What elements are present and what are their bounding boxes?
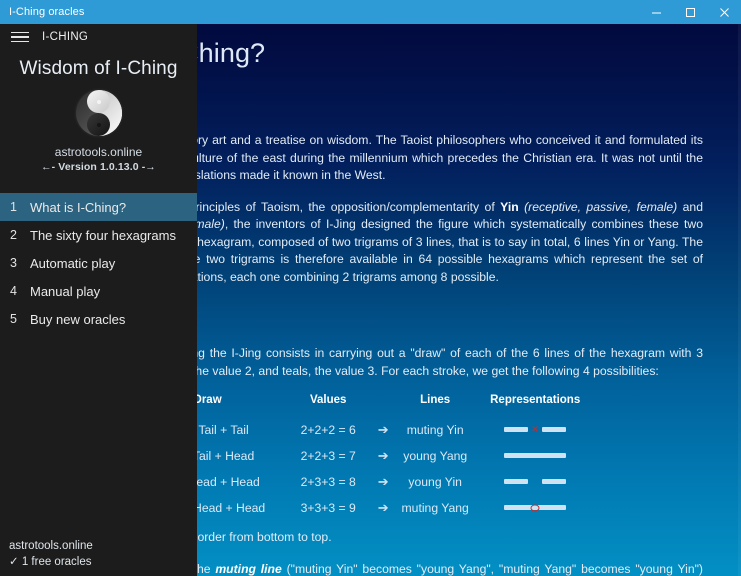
sidebar-header-label: I-CHING	[42, 31, 89, 43]
line-segment-right	[542, 427, 567, 432]
p2-yin: Yin	[500, 199, 519, 214]
brand-title: Wisdom of I-Ching	[19, 58, 178, 79]
column-header-representations: Representations	[490, 394, 581, 406]
table-row: Tail + Tail + Head 2+2+3 = 7 ➔ young Yang	[150, 443, 583, 469]
sidebar-item-label: Buy new oracles	[30, 311, 126, 327]
table-header-row: Draw Values Lines Representations	[150, 394, 583, 417]
cell-representation	[487, 495, 583, 521]
hexagram-line-solid	[504, 451, 567, 460]
column-header-arrow	[365, 394, 401, 417]
sidebar-item-number: 3	[10, 256, 17, 270]
sidebar-item-label: What is I-Ching?	[30, 199, 127, 215]
table-body: Tail + Tail + Tail 2+2+2 = 6 ➔ muting Yin × T…	[150, 417, 583, 521]
hexagram-line-broken	[504, 477, 567, 486]
coin-draw-table: Draw Values Lines Representations Tail +…	[150, 394, 583, 521]
sidebar-item-label: The sixty four hexagrams	[30, 227, 176, 243]
sidebar-item-0[interactable]: 1 What is I-Ching?	[0, 193, 197, 221]
sidebar-item-label: Manual play	[30, 283, 101, 299]
hexagram-line-broken-x: ×	[504, 423, 567, 435]
version-label[interactable]: ←- Version 1.0.13.0 -→	[6, 161, 191, 173]
close-button[interactable]	[707, 0, 741, 24]
hamburger-bar-2	[11, 36, 29, 38]
arrow-right-icon: ➔	[377, 448, 389, 463]
sidebar-header: I-CHING	[0, 24, 197, 50]
footer-site-label: astrotools.online	[9, 540, 93, 552]
cell-value: 2+2+2 = 6	[300, 423, 356, 437]
brand-block: Wisdom of I-Ching astrotools.online ←- V…	[0, 50, 197, 173]
sidebar-item-4[interactable]: 5 Buy new oracles	[0, 305, 197, 333]
sidebar-item-2[interactable]: 3 Automatic play	[0, 249, 197, 277]
arrow-right-icon: ➔	[377, 422, 389, 437]
muting-o-marker	[530, 504, 540, 511]
cell-representation: ×	[487, 417, 583, 443]
arrow-right-icon: ➔	[377, 474, 389, 489]
cell-line-name: young Yang	[403, 449, 468, 463]
yin-yang-dot-top	[96, 99, 101, 104]
line-segment-right	[542, 479, 567, 484]
muting-x-marker: ×	[531, 423, 539, 435]
cell-line-name: muting Yang	[401, 501, 469, 515]
sidebar-item-3[interactable]: 4 Manual play	[0, 277, 197, 305]
cell-value: 2+3+3 = 8	[300, 475, 356, 489]
hamburger-icon[interactable]	[8, 28, 32, 46]
p5-muting-line: muting line	[215, 561, 282, 576]
line-segment-left	[504, 427, 529, 432]
table-row: Tail + Tail + Tail 2+2+2 = 6 ➔ muting Yin ×	[150, 417, 583, 443]
close-icon	[719, 7, 730, 18]
sidebar-menu: 1 What is I-Ching? 2 The sixty four hexagra…	[0, 193, 197, 333]
sidebar-item-number: 4	[10, 284, 17, 298]
table-row: Head + Head + Head 3+3+3 = 9 ➔ muting Yang	[150, 495, 583, 521]
line-segment-left	[504, 479, 529, 484]
sidebar-item-label: Automatic play	[30, 255, 116, 271]
table-row: Tail + Head + Head 2+3+3 = 8 ➔ young Yin	[150, 469, 583, 495]
cell-representation	[487, 469, 583, 495]
arrow-right-icon: ➔	[377, 500, 389, 515]
title-bar: I-Ching oracles	[0, 0, 741, 24]
brand-site-label: astrotools.online	[54, 145, 143, 159]
yin-yang-dot-bottom	[96, 122, 101, 127]
minimize-icon	[651, 7, 662, 18]
column-header-values: Values	[309, 394, 347, 406]
line-segment-full	[504, 453, 567, 458]
cell-value: 2+2+3 = 7	[300, 449, 356, 463]
p2-text-c: and	[677, 199, 703, 214]
navigation-sidebar: I-CHING Wisdom of I-Ching astrotools.onl…	[0, 24, 197, 576]
yin-yang-icon	[75, 90, 122, 136]
hamburger-bar-1	[11, 31, 29, 34]
cell-line-name: muting Yin	[406, 423, 464, 437]
window-title: I-Ching oracles	[9, 6, 85, 18]
p2-yin-desc: (receptive, passive, female)	[524, 199, 678, 214]
maximize-icon	[685, 7, 696, 18]
sidebar-footer: astrotools.online ✓ 1 free oracles	[0, 538, 197, 576]
sidebar-item-number: 2	[10, 228, 17, 242]
hexagram-line-solid-o	[504, 503, 567, 512]
cell-value: 3+3+3 = 9	[300, 501, 356, 515]
sidebar-item-number: 1	[10, 200, 17, 214]
hamburger-bar-3	[11, 40, 29, 43]
cell-line-name: young Yin	[408, 475, 462, 489]
sidebar-item-1[interactable]: 2 The sixty four hexagrams	[0, 221, 197, 249]
maximize-button[interactable]	[673, 0, 707, 24]
minimize-button[interactable]	[639, 0, 673, 24]
cell-representation	[487, 443, 583, 469]
column-header-lines: Lines	[420, 394, 451, 406]
sidebar-item-number: 5	[10, 312, 17, 326]
footer-oracles-label: ✓ 1 free oracles	[9, 556, 92, 568]
app-window: I-Ching oracles What is I-Ching? Present…	[0, 0, 741, 576]
